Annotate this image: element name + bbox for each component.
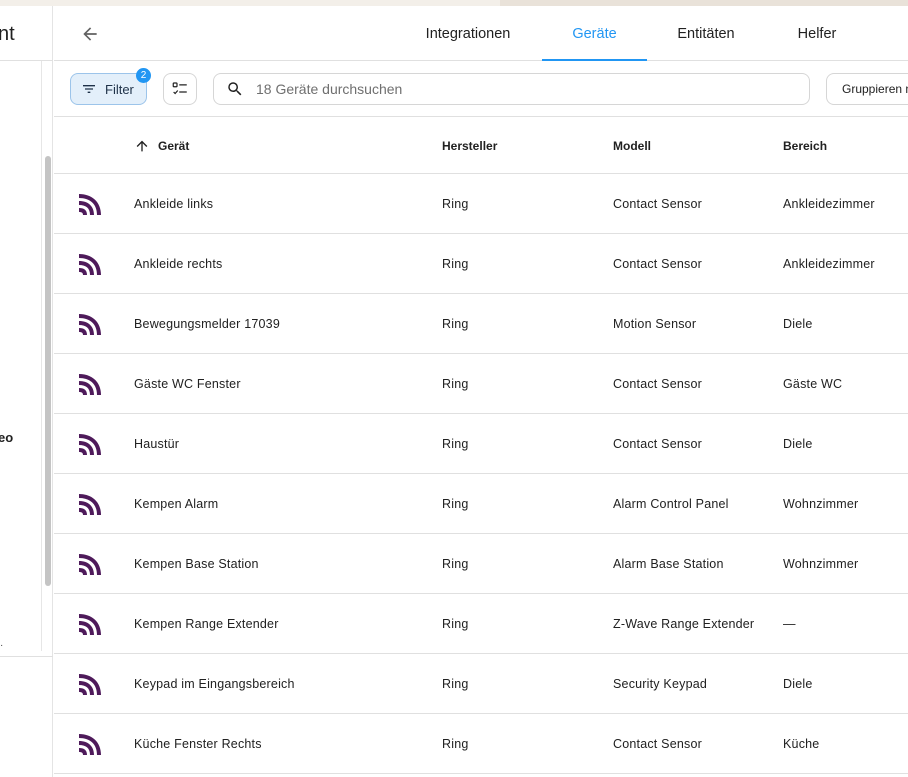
search-icon xyxy=(228,82,242,96)
device-manufacturer: Ring xyxy=(442,676,469,691)
ring-integration-icon xyxy=(78,234,102,293)
ring-integration-icon xyxy=(78,474,102,533)
device-area: Ankleidezimmer xyxy=(783,256,875,271)
device-manufacturer: Ring xyxy=(442,556,469,571)
device-area: Diele xyxy=(783,676,813,691)
device-area: — xyxy=(783,616,796,631)
device-name: Bewegungsmelder 17039 xyxy=(134,316,280,331)
device-manufacturer: Ring xyxy=(442,616,469,631)
table-header: Gerät Hersteller Modell Bereich xyxy=(54,117,908,174)
selection-mode-button[interactable] xyxy=(163,73,197,105)
device-manufacturer: Ring xyxy=(442,436,469,451)
ring-integration-icon xyxy=(78,414,102,473)
device-area: Diele xyxy=(783,436,813,451)
device-area: Wohnzimmer xyxy=(783,496,859,511)
device-area: Ankleidezimmer xyxy=(783,196,875,211)
search-input[interactable] xyxy=(256,81,776,97)
device-manufacturer: Ring xyxy=(442,196,469,211)
device-name: Haustür xyxy=(134,436,180,451)
tab-entitaeten[interactable]: Entitäten xyxy=(664,6,748,61)
sidebar-divider xyxy=(0,60,53,61)
checklist-icon xyxy=(172,82,187,95)
filter-icon xyxy=(83,85,95,93)
ring-integration-icon xyxy=(78,174,102,233)
column-header-device-label: Gerät xyxy=(158,138,190,153)
sidebar-item-label[interactable]: eo xyxy=(0,430,13,445)
device-manufacturer: Ring xyxy=(442,736,469,751)
table-row[interactable]: Kempen Alarm Ring Alarm Control Panel Wo… xyxy=(54,474,908,534)
tab-helfer[interactable]: Helfer xyxy=(784,6,850,61)
table-row[interactable]: Gäste WC Fenster Ring Contact Sensor Gäs… xyxy=(54,354,908,414)
filter-button-label: Filter xyxy=(105,81,134,97)
ring-integration-icon xyxy=(78,294,102,353)
sidebar: nt eo · xyxy=(0,6,53,777)
table-row[interactable]: Haustür Ring Contact Sensor Diele xyxy=(54,414,908,474)
table-row[interactable]: Kempen Base Station Ring Alarm Base Stat… xyxy=(54,534,908,594)
device-model: Alarm Base Station xyxy=(613,556,724,571)
column-header-area[interactable]: Bereich xyxy=(783,117,827,174)
device-manufacturer: Ring xyxy=(442,256,469,271)
group-by-button[interactable]: Gruppieren nach xyxy=(826,73,908,105)
device-area: Wohnzimmer xyxy=(783,556,859,571)
column-header-model[interactable]: Modell xyxy=(613,117,651,174)
device-name: Gäste WC Fenster xyxy=(134,376,241,391)
device-name: Keypad im Eingangsbereich xyxy=(134,676,295,691)
device-manufacturer: Ring xyxy=(442,316,469,331)
tab-geraete[interactable]: Geräte xyxy=(542,6,647,61)
device-name: Kempen Alarm xyxy=(134,496,219,511)
ring-integration-icon xyxy=(78,534,102,593)
device-area: Küche xyxy=(783,736,820,751)
device-area: Diele xyxy=(783,316,813,331)
device-name: Küche Fenster Rechts xyxy=(134,736,262,751)
devices-table: Gerät Hersteller Modell Bereich Ankleide… xyxy=(54,117,908,774)
device-manufacturer: Ring xyxy=(442,376,469,391)
table-row[interactable]: Kempen Range Extender Ring Z-Wave Range … xyxy=(54,594,908,654)
sidebar-item-fragment: · xyxy=(0,640,4,651)
device-model: Motion Sensor xyxy=(613,316,697,331)
device-model: Contact Sensor xyxy=(613,436,702,451)
filter-count-badge: 2 xyxy=(136,68,151,83)
sidebar-bottom-divider xyxy=(0,656,53,657)
arrow-left-icon xyxy=(83,27,97,41)
column-header-device[interactable]: Gerät xyxy=(134,117,189,174)
device-model: Contact Sensor xyxy=(613,376,702,391)
table-row[interactable]: Bewegungsmelder 17039 Ring Motion Sensor… xyxy=(54,294,908,354)
search-field[interactable] xyxy=(213,73,810,105)
sidebar-title: nt xyxy=(0,23,15,45)
tab-integrationen[interactable]: Integrationen xyxy=(414,6,522,61)
sidebar-inner-border xyxy=(41,61,42,651)
device-area: Gäste WC xyxy=(783,376,843,391)
table-row[interactable]: Keypad im Eingangsbereich Ring Security … xyxy=(54,654,908,714)
ring-integration-icon xyxy=(78,654,102,713)
table-row[interactable]: Ankleide rechts Ring Contact Sensor Ankl… xyxy=(54,234,908,294)
device-name: Ankleide rechts xyxy=(134,256,223,271)
ring-integration-icon xyxy=(78,354,102,413)
device-name: Kempen Range Extender xyxy=(134,616,279,631)
toolbar: Filter 2 Gruppieren nach xyxy=(54,61,908,117)
device-model: Alarm Control Panel xyxy=(613,496,729,511)
device-model: Contact Sensor xyxy=(613,736,702,751)
device-model: Contact Sensor xyxy=(613,256,702,271)
page-header: Integrationen Geräte Entitäten Helfer xyxy=(54,6,908,61)
device-name: Kempen Base Station xyxy=(134,556,259,571)
table-body: Ankleide links Ring Contact Sensor Ankle… xyxy=(54,174,908,774)
table-row[interactable]: Ankleide links Ring Contact Sensor Ankle… xyxy=(54,174,908,234)
table-row[interactable]: Küche Fenster Rechts Ring Contact Sensor… xyxy=(54,714,908,774)
device-model: Security Keypad xyxy=(613,676,708,691)
ring-integration-icon xyxy=(78,594,102,653)
sort-arrow-up-icon xyxy=(136,140,148,151)
sidebar-scrollbar[interactable] xyxy=(45,156,51,586)
device-name: Ankleide links xyxy=(134,196,214,211)
back-button[interactable] xyxy=(76,20,104,48)
ring-integration-icon xyxy=(78,714,102,773)
device-model: Z-Wave Range Extender xyxy=(613,616,755,631)
column-header-manufacturer[interactable]: Hersteller xyxy=(442,117,497,174)
device-model: Contact Sensor xyxy=(613,196,702,211)
device-manufacturer: Ring xyxy=(442,496,469,511)
